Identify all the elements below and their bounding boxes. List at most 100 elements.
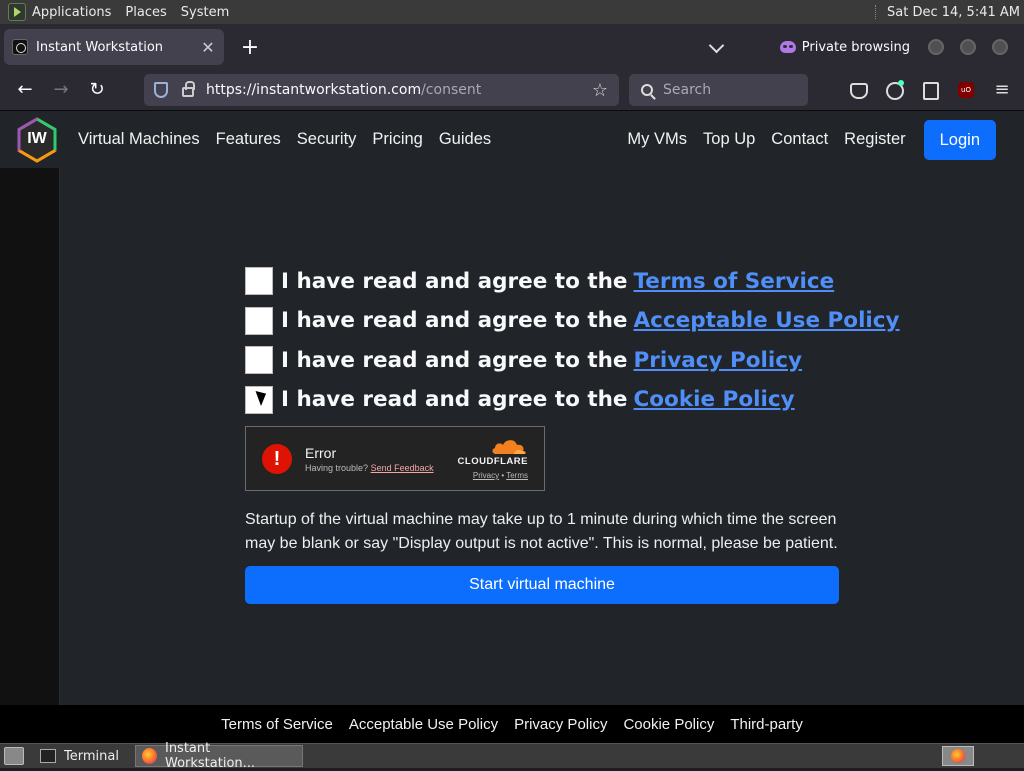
extensions-icon[interactable] xyxy=(918,78,942,102)
tab-instant-workstation[interactable]: Instant Workstation ✕ xyxy=(4,29,224,65)
captcha-error-title: Error xyxy=(305,445,337,461)
lock-icon[interactable] xyxy=(182,81,195,97)
consent-row-privacy: I have read and agree to the Privacy Pol… xyxy=(245,346,900,374)
tracking-protection-shield-icon[interactable] xyxy=(154,82,168,98)
tab-strip: Instant Workstation ✕ + Private browsing xyxy=(0,25,1024,69)
captcha-footer-links: Privacy • Terms xyxy=(473,471,528,480)
cloudflare-wordmark: CLOUDFLARE xyxy=(457,456,528,467)
site-footer: Terms of Service Acceptable Use Policy P… xyxy=(0,705,1024,743)
applications-icon[interactable] xyxy=(8,3,26,21)
taskbar-firefox[interactable]: Instant Workstation... xyxy=(134,741,303,771)
close-window-button[interactable] xyxy=(992,39,1008,55)
captcha-link-separator: • xyxy=(501,471,505,480)
navigation-toolbar: ← → ↻ https://instantworkstation.com/con… xyxy=(0,69,1024,111)
close-tab-icon[interactable]: ✕ xyxy=(200,38,216,57)
left-dark-strip xyxy=(0,168,60,705)
nav-register[interactable]: Register xyxy=(844,130,905,149)
captcha-trouble-text: Having trouble? Send Feedback xyxy=(305,463,434,473)
mouse-cursor-icon xyxy=(255,387,270,406)
nav-contact[interactable]: Contact xyxy=(771,130,828,149)
menu-applications[interactable]: Applications xyxy=(32,5,111,20)
footer-cookie-link[interactable]: Cookie Policy xyxy=(623,716,714,733)
search-bar[interactable]: Search xyxy=(629,74,808,106)
site-favicon-icon xyxy=(12,39,28,55)
minimize-window-button[interactable] xyxy=(928,39,944,55)
url-host: https://instantworkstation.com xyxy=(206,82,422,98)
privacy-checkbox[interactable] xyxy=(245,346,273,374)
toolbar-right: ≡ xyxy=(834,78,1014,102)
consent-list: I have read and agree to the Terms of Se… xyxy=(245,267,900,425)
site-logo[interactable]: IW xyxy=(16,116,58,163)
consent-row-aup: I have read and agree to the Acceptable … xyxy=(245,306,900,335)
gnome-bottom-panel: Terminal Instant Workstation... xyxy=(0,741,1024,771)
nav-virtual-machines[interactable]: Virtual Machines xyxy=(78,130,200,149)
workspace-switcher[interactable] xyxy=(942,746,974,766)
cookie-policy-link[interactable]: Cookie Policy xyxy=(634,387,795,412)
taskbar-terminal-label: Terminal xyxy=(64,748,119,764)
maximize-window-button[interactable] xyxy=(960,39,976,55)
clock[interactable]: Sat Dec 14, 5:41 AM xyxy=(887,5,1020,20)
private-browsing-label: Private browsing xyxy=(801,39,910,55)
account-icon[interactable] xyxy=(882,78,906,102)
search-placeholder: Search xyxy=(663,82,712,98)
private-browsing-indicator: Private browsing xyxy=(779,39,910,55)
back-arrow-icon[interactable]: ← xyxy=(14,79,36,101)
captcha-terms-link[interactable]: Terms xyxy=(506,471,528,480)
footer-third-party-link[interactable]: Third-party xyxy=(730,716,803,733)
url-path: /consent xyxy=(421,82,482,98)
reload-icon[interactable]: ↻ xyxy=(86,79,108,101)
url-bar[interactable]: https://instantworkstation.com/consent ☆ xyxy=(144,74,619,106)
cloudflare-cloud-icon xyxy=(492,440,526,454)
forward-arrow-icon[interactable]: → xyxy=(50,79,72,101)
startup-note: Startup of the virtual machine may take … xyxy=(245,511,838,552)
footer-privacy-link[interactable]: Privacy Policy xyxy=(514,716,607,733)
login-button[interactable]: Login xyxy=(923,119,996,160)
url-text[interactable]: https://instantworkstation.com/consent xyxy=(206,82,589,98)
nav-features[interactable]: Features xyxy=(216,130,281,149)
menu-places[interactable]: Places xyxy=(125,5,166,20)
acceptable-use-policy-link[interactable]: Acceptable Use Policy xyxy=(634,308,900,333)
trouble-label: Having trouble? xyxy=(305,463,369,473)
nav-guides[interactable]: Guides xyxy=(439,130,491,149)
consent-label: I have read and agree to the xyxy=(281,347,628,373)
primary-nav: Virtual Machines Features Security Prici… xyxy=(78,130,507,149)
footer-aup-link[interactable]: Acceptable Use Policy xyxy=(349,716,498,733)
consent-label: I have read and agree to the xyxy=(281,268,628,294)
site-navbar: IW Virtual Machines Features Security Pr… xyxy=(0,111,1024,168)
nav-top-up[interactable]: Top Up xyxy=(703,130,755,149)
consent-label: I have read and agree to the xyxy=(281,308,628,333)
consent-label: I have read and agree to the xyxy=(281,387,628,412)
send-feedback-link[interactable]: Send Feedback xyxy=(371,463,434,473)
nav-my-vms[interactable]: My VMs xyxy=(627,130,687,149)
taskbar-terminal[interactable]: Terminal xyxy=(34,745,125,767)
cloudflare-captcha-widget[interactable]: ! Error Having trouble? Send Feedback CL… xyxy=(245,426,545,491)
captcha-privacy-link[interactable]: Privacy xyxy=(473,471,499,480)
consent-row-terms: I have read and agree to the Terms of Se… xyxy=(245,267,900,295)
ublock-origin-icon[interactable] xyxy=(954,78,978,102)
aup-checkbox[interactable] xyxy=(245,306,273,335)
secondary-nav: My VMs Top Up Contact Register Login xyxy=(627,119,1024,160)
new-tab-icon[interactable]: + xyxy=(238,35,262,60)
list-all-tabs-icon[interactable] xyxy=(702,32,732,62)
nav-security[interactable]: Security xyxy=(297,130,357,149)
taskbar-firefox-label: Instant Workstation... xyxy=(164,741,256,771)
pocket-icon[interactable] xyxy=(846,78,870,102)
terms-of-service-link[interactable]: Terms of Service xyxy=(634,269,835,294)
privacy-policy-link[interactable]: Privacy Policy xyxy=(634,348,803,373)
logo-text: IW xyxy=(27,129,47,147)
hamburger-menu-icon[interactable]: ≡ xyxy=(990,78,1014,102)
footer-terms-link[interactable]: Terms of Service xyxy=(221,716,333,733)
show-desktop-icon[interactable] xyxy=(4,747,24,765)
firefox-icon xyxy=(141,748,157,764)
cookie-checkbox[interactable] xyxy=(245,385,273,414)
bookmark-star-icon[interactable]: ☆ xyxy=(589,80,611,101)
menu-system[interactable]: System xyxy=(181,5,229,20)
panel-handle xyxy=(875,5,879,19)
gnome-top-panel: Applications Places System Sat Dec 14, 5… xyxy=(0,0,1024,25)
search-icon xyxy=(641,84,653,96)
error-icon: ! xyxy=(262,444,292,474)
consent-row-cookie: I have read and agree to the Cookie Poli… xyxy=(245,385,900,414)
start-virtual-machine-button[interactable]: Start virtual machine xyxy=(245,566,839,604)
nav-pricing[interactable]: Pricing xyxy=(372,130,422,149)
terms-checkbox[interactable] xyxy=(245,267,273,295)
